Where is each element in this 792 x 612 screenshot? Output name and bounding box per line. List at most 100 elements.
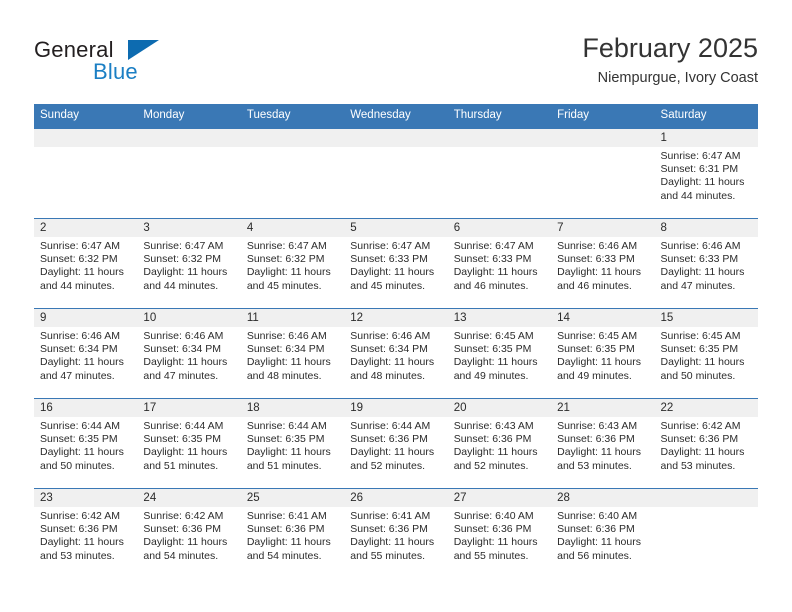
calendar-header-row: Sunday Monday Tuesday Wednesday Thursday…	[34, 104, 758, 129]
calendar-day-cell[interactable]: 17 Sunrise: 6:44 AM Sunset: 6:35 PM Dayligh…	[137, 398, 241, 489]
calendar-week-row: 1 Sunrise: 6:47 AM Sunset: 6:31 PM Daylight…	[34, 128, 758, 219]
weekday-header-monday: Monday	[137, 104, 241, 129]
sunset-text: Sunset: 6:36 PM	[246, 523, 325, 536]
daylight-text-line1: Daylight: 11 hours	[40, 536, 124, 549]
day-details: Sunrise: 6:47 AM Sunset: 6:33 PM Daylight:…	[448, 237, 551, 293]
day-number: 18	[240, 399, 345, 417]
sunrise-text: Sunrise: 6:47 AM	[143, 240, 224, 252]
calendar-day-cell[interactable]: 24 Sunrise: 6:42 AM Sunset: 6:36 PM Dayligh…	[137, 488, 241, 578]
daylight-text-line1: Daylight: 11 hours	[660, 266, 745, 279]
sunset-text: Sunset: 6:36 PM	[660, 433, 739, 446]
calendar-day-cell[interactable]: 5 Sunrise: 6:47 AM Sunset: 6:33 PM Daylight…	[344, 218, 448, 309]
calendar-day-cell[interactable]: 10 Sunrise: 6:46 AM Sunset: 6:34 PM Dayligh…	[137, 308, 241, 399]
calendar-day-cell[interactable]: 4 Sunrise: 6:47 AM Sunset: 6:32 PM Daylight…	[240, 218, 345, 309]
sunset-text: Sunset: 6:36 PM	[557, 523, 635, 536]
calendar-day-cell[interactable]: 1 Sunrise: 6:47 AM Sunset: 6:31 PM Daylight…	[654, 128, 758, 219]
calendar-day-cell[interactable]: 15 Sunrise: 6:45 AM Sunset: 6:35 PM Dayligh…	[654, 308, 758, 399]
day-details: Sunrise: 6:44 AM Sunset: 6:35 PM Daylight:…	[241, 417, 344, 473]
day-number: 8	[654, 219, 758, 237]
sunset-text: Sunset: 6:31 PM	[660, 163, 739, 176]
calendar-day-cell[interactable]: 2 Sunrise: 6:47 AM Sunset: 6:32 PM Daylight…	[34, 218, 138, 309]
sunrise-text: Sunrise: 6:47 AM	[40, 240, 120, 252]
calendar-week-row: 16 Sunrise: 6:44 AM Sunset: 6:35 PM Dayligh…	[34, 398, 758, 489]
day-number: 5	[344, 219, 448, 237]
calendar-day-cell[interactable]: 19 Sunrise: 6:44 AM Sunset: 6:36 PM Dayligh…	[344, 398, 448, 489]
day-details: Sunrise: 6:43 AM Sunset: 6:36 PM Daylight:…	[551, 417, 654, 473]
daylight-text-line2: and 44 minutes.	[660, 189, 736, 202]
calendar-day-cell-empty	[137, 128, 241, 219]
sunrise-text: Sunrise: 6:43 AM	[453, 420, 534, 432]
calendar-day-cell[interactable]: 3 Sunrise: 6:47 AM Sunset: 6:32 PM Daylight…	[137, 218, 241, 309]
calendar-day-cell[interactable]: 8 Sunrise: 6:46 AM Sunset: 6:33 PM Daylight…	[654, 218, 758, 309]
day-details: Sunrise: 6:47 AM Sunset: 6:31 PM Daylight:…	[655, 147, 758, 203]
day-number: 10	[137, 309, 241, 327]
daylight-text-line2: and 55 minutes.	[350, 549, 425, 562]
day-number	[447, 129, 552, 147]
calendar-day-cell[interactable]: 21 Sunrise: 6:43 AM Sunset: 6:36 PM Dayligh…	[551, 398, 655, 489]
calendar-day-cell[interactable]: 11 Sunrise: 6:46 AM Sunset: 6:34 PM Dayligh…	[240, 308, 345, 399]
sunset-text: Sunset: 6:35 PM	[40, 433, 118, 446]
day-details: Sunrise: 6:46 AM Sunset: 6:33 PM Daylight:…	[655, 237, 758, 293]
calendar-day-cell[interactable]: 7 Sunrise: 6:46 AM Sunset: 6:33 PM Daylight…	[551, 218, 655, 309]
daylight-text-line1: Daylight: 11 hours	[453, 446, 538, 459]
daylight-text-line1: Daylight: 11 hours	[246, 266, 331, 279]
day-details: Sunrise: 6:47 AM Sunset: 6:33 PM Daylight:…	[344, 237, 447, 293]
calendar-day-cell[interactable]: 20 Sunrise: 6:43 AM Sunset: 6:36 PM Dayligh…	[447, 398, 552, 489]
sunset-text: Sunset: 6:32 PM	[143, 253, 222, 266]
calendar-day-cell-empty	[447, 128, 552, 219]
daylight-text-line2: and 51 minutes.	[246, 459, 322, 472]
sunset-text: Sunset: 6:36 PM	[40, 523, 118, 536]
general-blue-logo[interactable]: General Blue	[34, 37, 254, 93]
calendar-day-cell[interactable]: 14 Sunrise: 6:45 AM Sunset: 6:35 PM Dayligh…	[551, 308, 655, 399]
daylight-text-line2: and 54 minutes.	[246, 549, 322, 562]
daylight-text-line2: and 47 minutes.	[40, 369, 115, 382]
calendar-day-cell[interactable]: 13 Sunrise: 6:45 AM Sunset: 6:35 PM Dayligh…	[447, 308, 552, 399]
calendar-day-cell[interactable]: 18 Sunrise: 6:44 AM Sunset: 6:35 PM Dayligh…	[240, 398, 345, 489]
calendar-day-cell-empty	[654, 488, 758, 578]
sunrise-text: Sunrise: 6:44 AM	[350, 420, 431, 432]
daylight-text-line2: and 55 minutes.	[453, 549, 529, 562]
weekday-header-saturday: Saturday	[654, 104, 758, 129]
sunrise-text: Sunrise: 6:46 AM	[246, 330, 327, 342]
daylight-text-line2: and 45 minutes.	[350, 279, 425, 292]
logo-text-blue: Blue	[93, 59, 138, 84]
calendar-day-cell[interactable]: 26 Sunrise: 6:41 AM Sunset: 6:36 PM Dayligh…	[344, 488, 448, 578]
day-number: 6	[447, 219, 552, 237]
sunrise-text: Sunrise: 6:47 AM	[453, 240, 534, 252]
calendar-day-cell[interactable]: 16 Sunrise: 6:44 AM Sunset: 6:35 PM Dayligh…	[34, 398, 138, 489]
calendar-day-cell[interactable]: 23 Sunrise: 6:42 AM Sunset: 6:36 PM Dayligh…	[34, 488, 138, 578]
day-number: 4	[240, 219, 345, 237]
calendar-day-cell[interactable]: 27 Sunrise: 6:40 AM Sunset: 6:36 PM Dayligh…	[447, 488, 552, 578]
calendar-day-cell[interactable]: 28 Sunrise: 6:40 AM Sunset: 6:36 PM Dayligh…	[551, 488, 655, 578]
calendar-day-cell[interactable]: 12 Sunrise: 6:46 AM Sunset: 6:34 PM Dayligh…	[344, 308, 448, 399]
day-number	[240, 129, 345, 147]
calendar-day-cell[interactable]: 6 Sunrise: 6:47 AM Sunset: 6:33 PM Daylight…	[447, 218, 552, 309]
calendar-day-cell[interactable]: 22 Sunrise: 6:42 AM Sunset: 6:36 PM Dayligh…	[654, 398, 758, 489]
sunset-text: Sunset: 6:36 PM	[143, 523, 222, 536]
day-number: 14	[551, 309, 655, 327]
sunset-text: Sunset: 6:35 PM	[143, 433, 222, 446]
sunrise-text: Sunrise: 6:40 AM	[453, 510, 534, 522]
calendar-day-cell[interactable]: 25 Sunrise: 6:41 AM Sunset: 6:36 PM Dayligh…	[240, 488, 345, 578]
sunrise-text: Sunrise: 6:43 AM	[557, 420, 638, 432]
daylight-text-line2: and 46 minutes.	[557, 279, 632, 292]
sunset-text: Sunset: 6:33 PM	[557, 253, 635, 266]
day-number	[551, 129, 655, 147]
weekday-header-thursday: Thursday	[447, 104, 552, 129]
calendar-day-cell-empty	[34, 128, 138, 219]
daylight-text-line2: and 46 minutes.	[453, 279, 529, 292]
daylight-text-line2: and 44 minutes.	[40, 279, 115, 292]
calendar-day-cell[interactable]: 9 Sunrise: 6:46 AM Sunset: 6:34 PM Daylight…	[34, 308, 138, 399]
sunset-text: Sunset: 6:36 PM	[350, 523, 428, 536]
daylight-text-line1: Daylight: 11 hours	[453, 266, 538, 279]
daylight-text-line1: Daylight: 11 hours	[557, 266, 641, 279]
sunset-text: Sunset: 6:34 PM	[143, 343, 222, 356]
title-block: February 2025 Niempurgue, Ivory Coast	[582, 32, 758, 88]
day-details: Sunrise: 6:47 AM Sunset: 6:32 PM Daylight:…	[34, 237, 137, 293]
sunrise-text: Sunrise: 6:46 AM	[557, 240, 638, 252]
sunset-text: Sunset: 6:34 PM	[350, 343, 428, 356]
daylight-text-line1: Daylight: 11 hours	[660, 446, 745, 459]
daylight-text-line1: Daylight: 11 hours	[246, 446, 331, 459]
daylight-text-line1: Daylight: 11 hours	[143, 356, 228, 369]
sunrise-text: Sunrise: 6:44 AM	[246, 420, 327, 432]
